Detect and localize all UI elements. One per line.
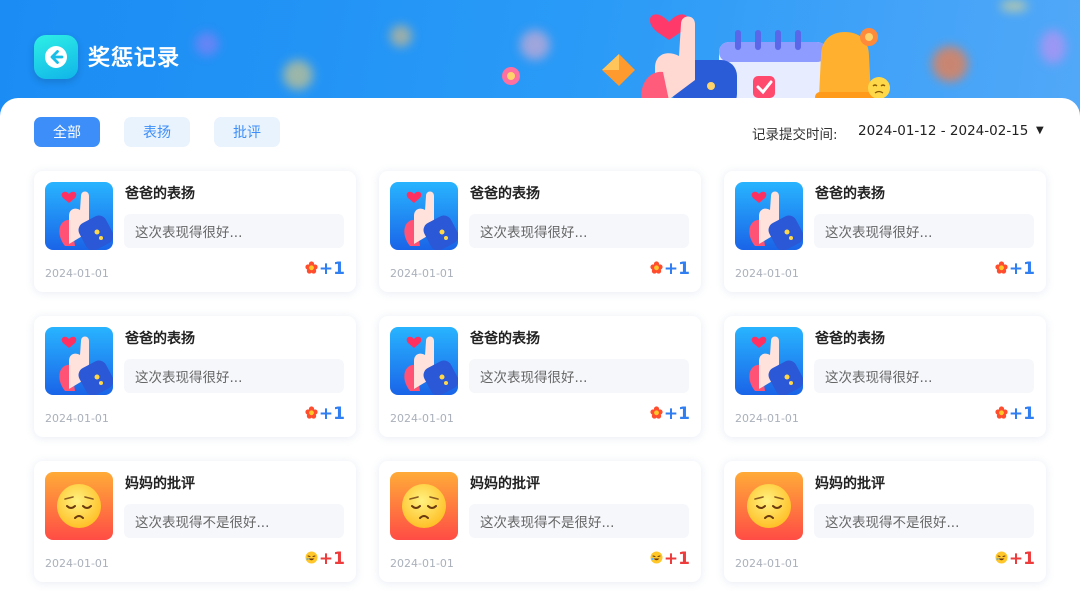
record-thumbnail bbox=[390, 182, 458, 250]
record-message: 这次表现得很好... bbox=[124, 359, 344, 393]
record-thumbnail bbox=[45, 182, 113, 250]
points-badge bbox=[995, 261, 1008, 277]
record-title: 爸爸的表扬 bbox=[470, 186, 540, 202]
record-thumbnail bbox=[390, 472, 458, 540]
record-message: 这次表现得很好... bbox=[469, 359, 689, 393]
record-title: 妈妈的批评 bbox=[125, 476, 195, 492]
record-message: 这次表现得很好... bbox=[814, 359, 1034, 393]
thumbs-up-icon bbox=[735, 327, 803, 395]
record-thumbnail bbox=[45, 472, 113, 540]
record-points: +1 bbox=[1008, 404, 1035, 424]
points-badge bbox=[995, 551, 1008, 567]
record-date: 2024-01-01 bbox=[45, 557, 109, 570]
record-points: +1 bbox=[318, 259, 345, 279]
thumbs-up-icon bbox=[735, 182, 803, 250]
record-title: 爸爸的表扬 bbox=[470, 331, 540, 347]
page-title: 奖惩记录 bbox=[88, 46, 181, 71]
record-card[interactable]: 妈妈的批评这次表现得不是很好... 2024-01-01 +1 bbox=[379, 461, 701, 582]
laughing-emoji-icon bbox=[995, 551, 1008, 564]
flower-icon bbox=[305, 261, 318, 274]
record-thumbnail bbox=[735, 182, 803, 250]
flower-icon bbox=[995, 261, 1008, 274]
flower-icon bbox=[650, 261, 663, 274]
record-card[interactable]: 爸爸的表扬这次表现得很好... 2024-01-01 +1 bbox=[34, 316, 356, 437]
date-range-picker[interactable]: 2024-01-12 - 2024-02-15 bbox=[858, 123, 1028, 139]
sad-face-icon bbox=[735, 472, 803, 540]
record-points: +1 bbox=[663, 549, 690, 569]
record-thumbnail bbox=[735, 472, 803, 540]
record-thumbnail bbox=[735, 327, 803, 395]
record-card[interactable]: 妈妈的批评这次表现得不是很好... 2024-01-01 +1 bbox=[34, 461, 356, 582]
points-badge bbox=[305, 406, 318, 422]
record-card[interactable]: 爸爸的表扬这次表现得很好... 2024-01-01 +1 bbox=[379, 171, 701, 292]
record-points: +1 bbox=[663, 404, 690, 424]
record-message: 这次表现得很好... bbox=[814, 214, 1034, 248]
tab-praise[interactable]: 表扬 bbox=[124, 117, 190, 147]
thumbs-up-icon bbox=[45, 182, 113, 250]
record-message: 这次表现得很好... bbox=[124, 214, 344, 248]
tab-criticism[interactable]: 批评 bbox=[214, 117, 280, 147]
record-thumbnail bbox=[390, 327, 458, 395]
decor-blob bbox=[195, 32, 219, 56]
record-date: 2024-01-01 bbox=[735, 557, 799, 570]
arrow-left-icon bbox=[45, 46, 67, 68]
record-title: 爸爸的表扬 bbox=[125, 186, 195, 202]
header-illustration bbox=[502, 14, 890, 110]
flower-icon bbox=[995, 406, 1008, 419]
record-title: 妈妈的批评 bbox=[815, 476, 885, 492]
thumbs-up-icon bbox=[390, 327, 458, 395]
points-badge bbox=[305, 261, 318, 277]
record-title: 爸爸的表扬 bbox=[815, 331, 885, 347]
decor-blob bbox=[390, 25, 412, 47]
record-points: +1 bbox=[1008, 259, 1035, 279]
record-message: 这次表现得不是很好... bbox=[469, 504, 689, 538]
record-points: +1 bbox=[318, 549, 345, 569]
sad-face-icon bbox=[45, 472, 113, 540]
points-badge bbox=[650, 551, 663, 567]
caret-down-icon[interactable]: ▼ bbox=[1036, 125, 1044, 136]
points-badge bbox=[995, 406, 1008, 422]
record-date: 2024-01-01 bbox=[390, 412, 454, 425]
record-title: 爸爸的表扬 bbox=[125, 331, 195, 347]
decor-blob bbox=[1040, 30, 1066, 64]
tab-all[interactable]: 全部 bbox=[34, 117, 100, 147]
laughing-emoji-icon bbox=[650, 551, 663, 564]
record-title: 妈妈的批评 bbox=[470, 476, 540, 492]
record-date: 2024-01-01 bbox=[45, 412, 109, 425]
record-card[interactable]: 爸爸的表扬这次表现得很好... 2024-01-01 +1 bbox=[724, 171, 1046, 292]
record-card[interactable]: 爸爸的表扬这次表现得很好... 2024-01-01 +1 bbox=[34, 171, 356, 292]
decor-blob bbox=[932, 46, 968, 82]
flower-icon bbox=[650, 406, 663, 419]
record-thumbnail bbox=[45, 327, 113, 395]
record-card[interactable]: 爸爸的表扬这次表现得很好... 2024-01-01 +1 bbox=[379, 316, 701, 437]
record-card[interactable]: 爸爸的表扬这次表现得很好... 2024-01-01 +1 bbox=[724, 316, 1046, 437]
record-date: 2024-01-01 bbox=[390, 557, 454, 570]
flower-icon bbox=[305, 406, 318, 419]
thumbs-up-icon bbox=[390, 182, 458, 250]
points-badge bbox=[650, 406, 663, 422]
record-date: 2024-01-01 bbox=[735, 412, 799, 425]
record-points: +1 bbox=[1008, 549, 1035, 569]
date-filter-label: 记录提交时间: bbox=[752, 127, 838, 143]
sad-face-icon bbox=[390, 472, 458, 540]
record-date: 2024-01-01 bbox=[45, 267, 109, 280]
points-badge bbox=[650, 261, 663, 277]
points-badge bbox=[305, 551, 318, 567]
record-message: 这次表现得不是很好... bbox=[124, 504, 344, 538]
record-points: +1 bbox=[663, 259, 690, 279]
record-title: 爸爸的表扬 bbox=[815, 186, 885, 202]
thumbs-up-icon bbox=[45, 327, 113, 395]
record-date: 2024-01-01 bbox=[735, 267, 799, 280]
record-card[interactable]: 妈妈的批评这次表现得不是很好... 2024-01-01 +1 bbox=[724, 461, 1046, 582]
back-button[interactable] bbox=[34, 35, 78, 79]
record-message: 这次表现得不是很好... bbox=[814, 504, 1034, 538]
decor-blob bbox=[1000, 0, 1028, 12]
record-message: 这次表现得很好... bbox=[469, 214, 689, 248]
decor-blob bbox=[283, 60, 313, 90]
record-date: 2024-01-01 bbox=[390, 267, 454, 280]
record-points: +1 bbox=[318, 404, 345, 424]
laughing-emoji-icon bbox=[305, 551, 318, 564]
